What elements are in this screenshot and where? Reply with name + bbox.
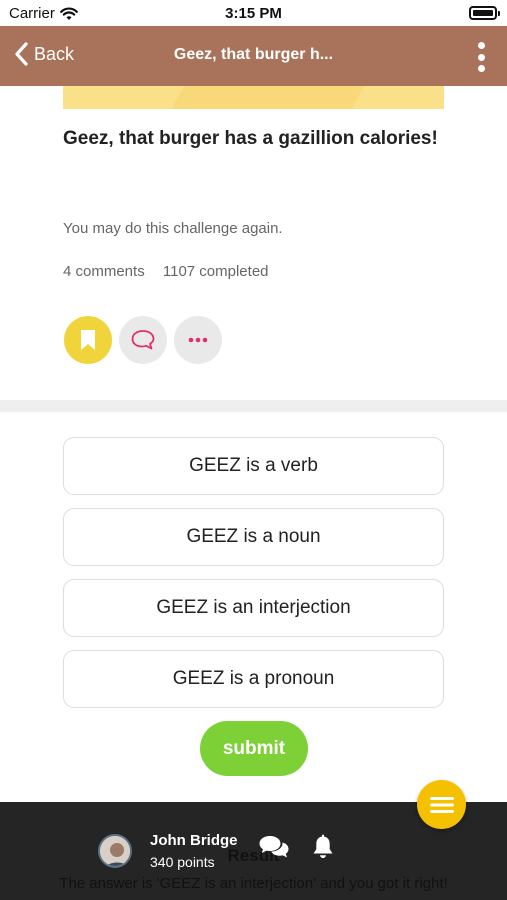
back-label: Back bbox=[34, 43, 75, 64]
menu-icon bbox=[429, 796, 454, 813]
chevron-left-icon bbox=[15, 42, 28, 66]
status-time: 3:15 PM bbox=[225, 5, 282, 22]
comments-count[interactable]: 4 comments bbox=[63, 263, 145, 280]
chat-icon[interactable] bbox=[258, 834, 290, 865]
result-text: The answer is 'GEEZ is an interjection' … bbox=[59, 875, 448, 892]
menu-fab-button[interactable] bbox=[417, 780, 466, 829]
answer-option-interjection[interactable]: GEEZ is an interjection bbox=[63, 579, 444, 637]
result-title: Result bbox=[227, 846, 280, 865]
more-options-button[interactable] bbox=[174, 316, 222, 364]
challenge-image bbox=[63, 86, 444, 109]
avatar[interactable] bbox=[98, 834, 132, 868]
answer-option-verb[interactable]: GEEZ is a verb bbox=[63, 437, 444, 495]
answer-option-noun[interactable]: GEEZ is a noun bbox=[63, 508, 444, 566]
submit-button[interactable]: submit bbox=[200, 721, 308, 776]
comment-button[interactable] bbox=[119, 316, 167, 364]
nav-bar: Back Geez, that burger h... bbox=[0, 26, 507, 86]
user-name: John Bridge bbox=[150, 832, 238, 849]
challenge-stats: 4 comments 1107 completed bbox=[63, 263, 269, 280]
bookmark-button[interactable] bbox=[64, 316, 112, 364]
back-button[interactable]: Back bbox=[14, 42, 74, 66]
user-points: 340 points bbox=[150, 854, 215, 870]
completed-count: 1107 completed bbox=[162, 263, 269, 280]
battery-icon bbox=[469, 6, 500, 20]
status-bar: Carrier 3:15 PM bbox=[0, 0, 507, 26]
bookmark-icon bbox=[81, 330, 95, 350]
more-horizontal-icon bbox=[188, 337, 208, 343]
bell-icon[interactable] bbox=[311, 834, 335, 865]
retry-note: You may do this challenge again. bbox=[63, 220, 283, 237]
more-vertical-icon[interactable] bbox=[475, 42, 487, 72]
section-divider bbox=[0, 400, 507, 412]
answer-option-pronoun[interactable]: GEEZ is a pronoun bbox=[63, 650, 444, 708]
comment-icon bbox=[131, 330, 155, 350]
page-title: Geez, that burger h... bbox=[173, 46, 334, 63]
challenge-title: Geez, that burger has a gazillion calori… bbox=[63, 128, 438, 149]
